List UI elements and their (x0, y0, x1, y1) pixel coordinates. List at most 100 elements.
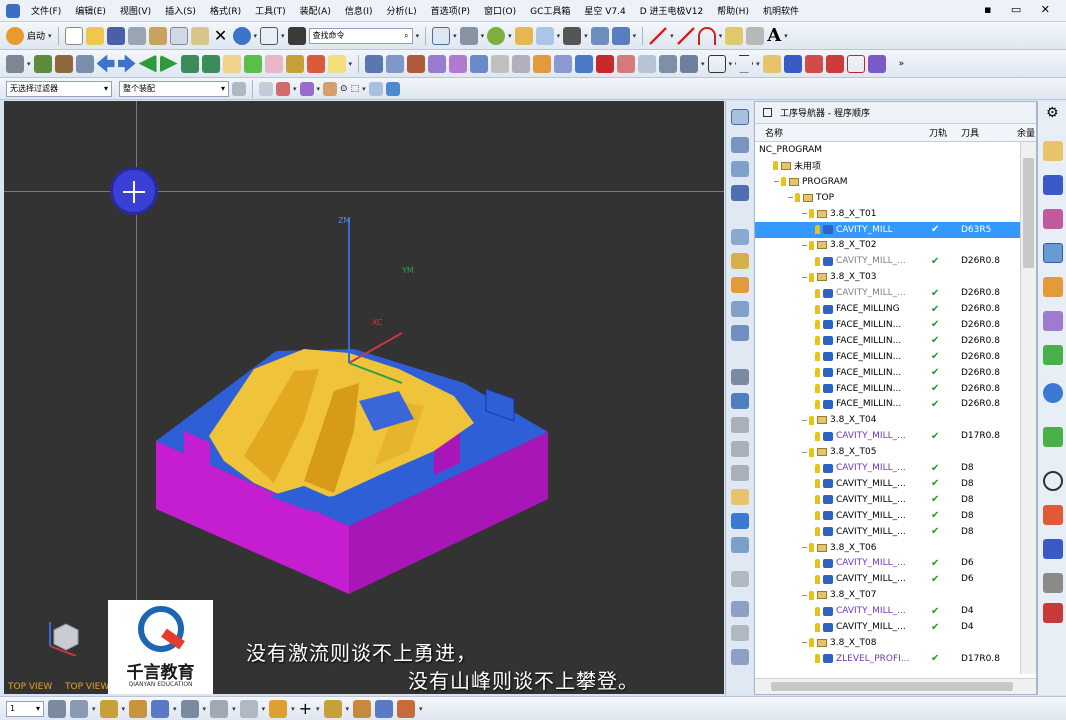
snap-icon[interactable] (259, 81, 273, 96)
verify-icon[interactable] (575, 54, 594, 73)
create-geometry-icon[interactable] (75, 54, 94, 73)
h-scroll-thumb[interactable] (771, 682, 1013, 691)
start-icon[interactable] (6, 26, 24, 45)
edit-display-icon[interactable] (151, 699, 170, 718)
expand-toggle-icon[interactable]: − (801, 448, 809, 457)
verify-toolpath-icon[interactable] (731, 301, 749, 317)
measure-distance-icon[interactable] (180, 699, 199, 718)
shop-doc-icon[interactable] (731, 393, 749, 409)
point-icon[interactable]: ⊙ (340, 84, 348, 94)
operation-row[interactable]: CAVITY_MILL_... ✔ D8 (755, 460, 1020, 476)
menu-item-3[interactable]: 插入(S) (158, 4, 203, 17)
print-icon[interactable] (127, 26, 146, 45)
fixture-icon[interactable] (407, 54, 426, 73)
operation-row[interactable]: FACE_MILLIN... ✔ D26R0.8 (755, 396, 1020, 412)
expand-toggle-icon[interactable]: − (801, 273, 809, 282)
group-row[interactable]: − 3.8_X_T06 (755, 540, 1020, 556)
group-row[interactable]: − 3.8_X_T05 (755, 444, 1020, 460)
expand-toggle-icon[interactable]: − (801, 209, 809, 218)
expand-toggle-icon[interactable]: − (801, 241, 809, 250)
menu-item-7[interactable]: 信息(I) (338, 4, 380, 17)
menu-item-11[interactable]: GC工具箱 (523, 4, 577, 17)
copy-icon[interactable] (169, 26, 188, 45)
chart-icon[interactable] (731, 489, 749, 505)
filter-select[interactable]: 无选择过滤器 ▾ (6, 80, 112, 97)
blank-icon[interactable] (449, 54, 468, 73)
background-icon[interactable] (563, 26, 582, 45)
layer-visible-icon[interactable] (70, 699, 88, 718)
menu-item-12[interactable]: 星空 V7.4 (577, 4, 632, 17)
create-tool-icon[interactable] (54, 54, 73, 73)
undo-icon[interactable] (232, 26, 251, 45)
assembly-select[interactable]: 整个装配 ▾ (119, 80, 229, 97)
operation-row[interactable]: FACE_MILLIN... ✔ D26R0.8 (755, 349, 1020, 365)
library-icon[interactable] (1043, 277, 1063, 297)
app-icon[interactable] (6, 3, 20, 18)
cut-icon[interactable] (148, 26, 167, 45)
new-file-icon[interactable] (64, 26, 83, 45)
snap-curve-icon[interactable] (323, 81, 338, 96)
snap-box-icon[interactable] (276, 81, 290, 96)
template-icon[interactable] (1043, 427, 1063, 447)
operation-row[interactable]: FACE_MILLIN... ✔ D26R0.8 (755, 381, 1020, 397)
check-icon[interactable] (731, 537, 749, 553)
layer-icon[interactable] (611, 26, 630, 45)
group-row[interactable]: − PROGRAM (755, 174, 1020, 190)
group-icon[interactable] (638, 54, 657, 73)
measure-icon[interactable] (386, 54, 405, 73)
operation-row[interactable]: CAVITY_MILL_... ✔ D6 (755, 571, 1020, 587)
operation-row[interactable]: CAVITY_MILL_... ✔ D8 (755, 476, 1020, 492)
wcs-icon[interactable] (428, 54, 447, 73)
toolpath-icon[interactable] (554, 54, 573, 73)
view-triad-icon[interactable] (46, 616, 80, 656)
generate-icon[interactable] (731, 229, 749, 245)
role-icon[interactable] (1043, 539, 1063, 559)
target-icon[interactable] (804, 54, 823, 73)
web-icon[interactable] (1043, 383, 1063, 403)
menu-item-6[interactable]: 装配(A) (293, 4, 338, 17)
layers-color-icon[interactable] (533, 54, 552, 73)
select-gear-icon[interactable] (232, 81, 246, 96)
save-icon[interactable] (106, 26, 125, 45)
layer-select[interactable]: 1 ▾ (6, 700, 44, 717)
menu-item-5[interactable]: 工具(T) (248, 4, 293, 17)
layer-settings-icon[interactable] (48, 699, 66, 718)
books-icon[interactable] (1043, 345, 1063, 365)
machine-tool-view-icon[interactable] (731, 137, 749, 153)
snap-arrow-icon[interactable] (299, 81, 314, 96)
command-finder-icon[interactable] (287, 26, 306, 45)
operation-row[interactable]: CAVITY_MILL_... ✔ D26R0.8 (755, 253, 1020, 269)
operation-row[interactable]: CAVITY_MILL_... ✔ D6 (755, 555, 1020, 571)
expand-toggle-icon[interactable]: − (773, 177, 781, 186)
operation-row[interactable]: ZLEVEL_PROFI... ✔ D17R0.8 (755, 651, 1020, 667)
red-box-icon[interactable] (596, 54, 615, 73)
render-style-icon[interactable] (459, 26, 478, 45)
system-icon[interactable] (1043, 573, 1063, 593)
group-row[interactable]: − 3.8_X_T03 (755, 269, 1020, 285)
operation-5b-icon[interactable] (731, 441, 749, 457)
note-icon[interactable] (327, 54, 346, 73)
menu-item-8[interactable]: 分析(L) (380, 4, 424, 17)
operation-row[interactable]: FACE_MILLING ✔ D26R0.8 (755, 301, 1020, 317)
magnet-icon[interactable] (783, 54, 802, 73)
menu-item-10[interactable]: 窗口(O) (477, 4, 523, 17)
view-toggle-icon[interactable] (368, 81, 383, 96)
list-toolpath-icon[interactable] (731, 277, 749, 293)
analysis-icon[interactable] (269, 699, 288, 718)
expand-toggle-icon[interactable]: − (801, 543, 809, 552)
palette-icon[interactable] (1043, 505, 1063, 525)
menu-item-4[interactable]: 格式(R) (203, 4, 248, 17)
clamp-icon[interactable] (353, 699, 372, 718)
menu-item-1[interactable]: 编辑(E) (68, 4, 113, 17)
text-icon[interactable]: A (767, 25, 781, 46)
program-order-view-icon[interactable] (731, 109, 749, 125)
block-icon[interactable] (222, 54, 241, 73)
column-remain[interactable]: 余量 (1017, 126, 1035, 139)
operation-row[interactable]: FACE_MILLIN... ✔ D26R0.8 (755, 317, 1020, 333)
expand-toggle-icon[interactable]: − (801, 638, 809, 647)
orient-icon[interactable] (535, 26, 554, 45)
grid-icon[interactable] (210, 699, 229, 718)
settings-gear-icon[interactable]: ⚙ (1046, 105, 1059, 121)
operation-5c-icon[interactable] (731, 465, 749, 481)
next-green-icon[interactable] (159, 54, 178, 73)
